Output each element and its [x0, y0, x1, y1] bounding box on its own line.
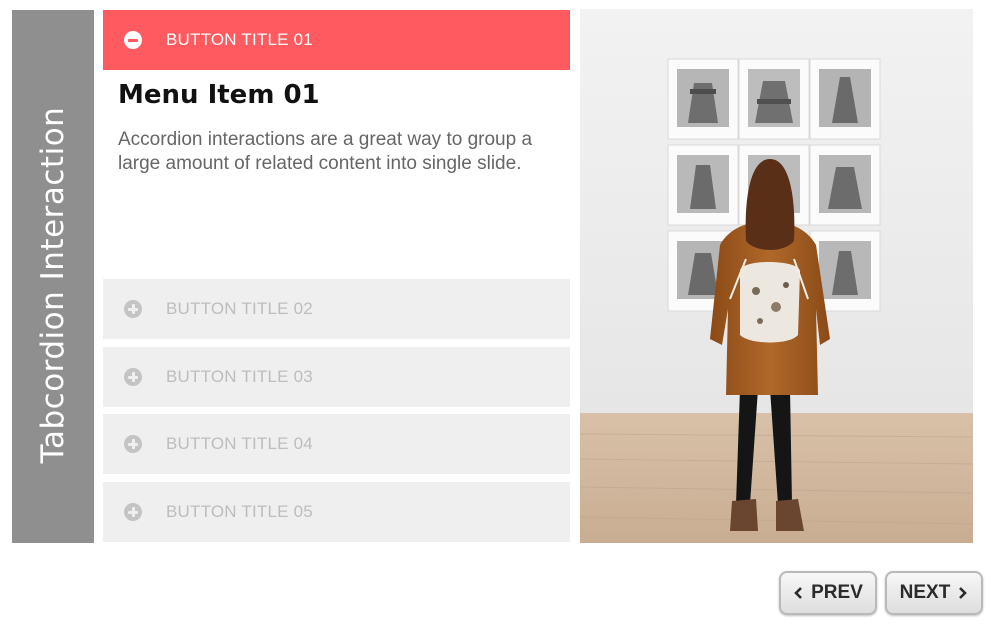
plus-circle-icon	[124, 435, 142, 453]
side-tab: Tabcordion Interaction	[12, 10, 94, 543]
next-button[interactable]: NEXT	[885, 571, 983, 615]
accordion-button-04[interactable]: BUTTON TITLE 04	[103, 414, 570, 474]
accordion-button-03[interactable]: BUTTON TITLE 03	[103, 347, 570, 407]
plus-circle-icon	[124, 300, 142, 318]
accordion-button-label: BUTTON TITLE 01	[166, 30, 313, 49]
prev-button-label: PREV	[811, 582, 863, 603]
accordion-button-label: BUTTON TITLE 05	[166, 502, 313, 521]
next-button-label: NEXT	[899, 582, 951, 603]
panel-title: Menu Item 01	[118, 80, 320, 110]
minus-circle-icon	[124, 31, 142, 49]
accordion-button-label: BUTTON TITLE 03	[166, 367, 313, 386]
prev-button[interactable]: PREV	[779, 571, 877, 615]
accordion-button-05[interactable]: BUTTON TITLE 05	[103, 482, 570, 542]
accordion-button-label: BUTTON TITLE 02	[166, 299, 313, 318]
side-tab-title: Tabcordion Interaction	[35, 106, 71, 464]
panel-body: Accordion interactions are a great way t…	[118, 129, 533, 174]
accordion-button-01[interactable]: BUTTON TITLE 01	[103, 10, 570, 70]
chevron-left-icon	[794, 587, 803, 599]
gallery-photo	[580, 9, 973, 543]
chevron-right-icon	[959, 587, 968, 599]
plus-circle-icon	[124, 503, 142, 521]
plus-circle-icon	[124, 368, 142, 386]
accordion-button-label: BUTTON TITLE 04	[166, 434, 313, 453]
accordion-button-02[interactable]: BUTTON TITLE 02	[103, 279, 570, 339]
